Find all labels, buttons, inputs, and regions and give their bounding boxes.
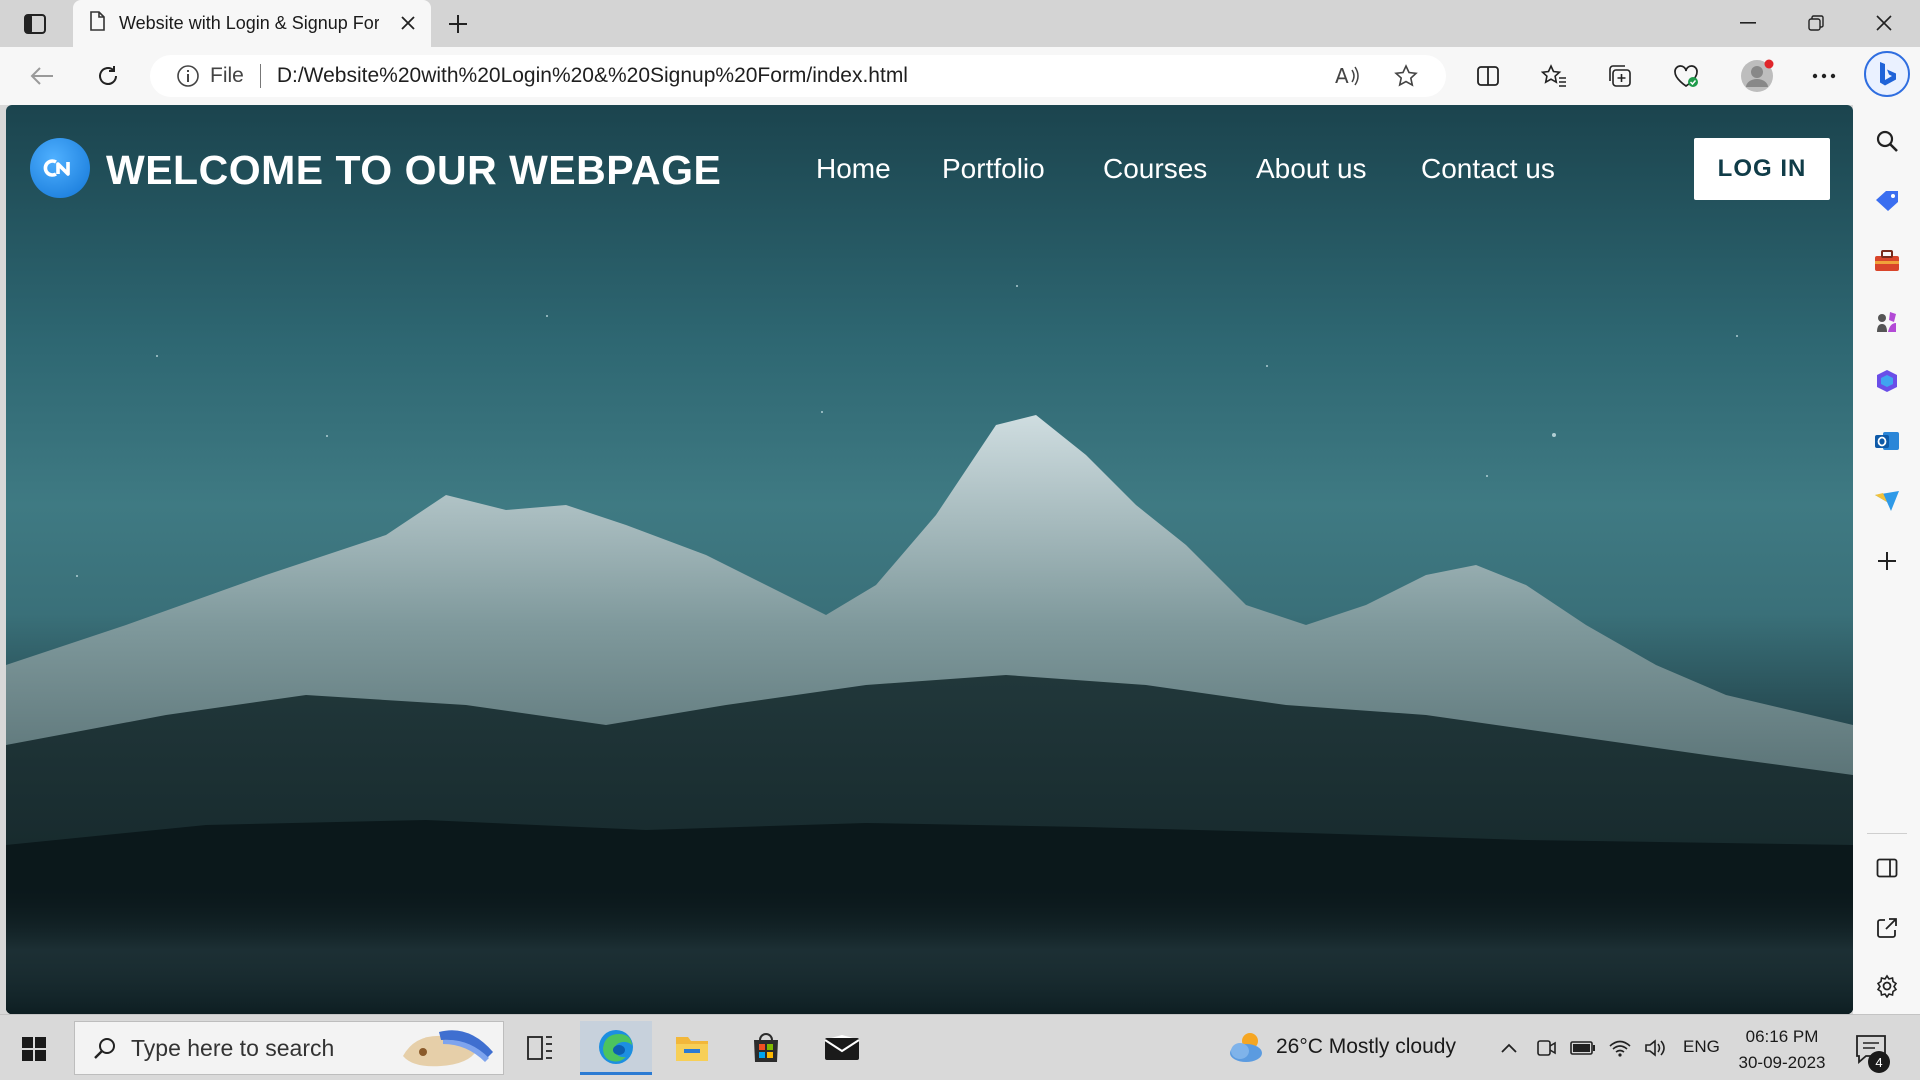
microsoft-store-icon[interactable] [730,1021,802,1075]
star [546,315,548,317]
star [76,575,78,577]
login-button[interactable]: LOG IN [1694,138,1830,200]
info-icon[interactable] [176,64,200,88]
battery-icon[interactable] [1570,1035,1596,1061]
search-placeholder: Type here to search [131,1034,335,1061]
profile-avatar[interactable] [1736,55,1778,97]
url-text[interactable]: D:/Website%20with%20Login%20&%20Signup%2… [277,64,908,88]
language-indicator[interactable]: ENG [1683,1037,1720,1057]
svg-text:A: A [1335,65,1349,87]
star [1016,285,1018,287]
more-options-icon[interactable] [1806,59,1842,93]
search-highlight-illustration [403,1030,493,1067]
refresh-icon[interactable] [90,59,126,93]
page-file-icon [89,11,105,36]
page-viewport: WELCOME TO OUR WEBPAGE Home Portfolio Co… [6,105,1853,1014]
toolbox-icon[interactable] [1869,243,1905,279]
search-icon[interactable] [1869,123,1905,159]
windows-start-icon[interactable] [14,1029,54,1069]
open-external-icon[interactable] [1869,910,1905,946]
browser-tab-bar: Website with Login & Signup For [0,0,1920,47]
file-explorer-icon[interactable] [656,1021,728,1075]
nav-courses[interactable]: Courses [1103,153,1207,185]
nav-contact-us[interactable]: Contact us [1421,153,1555,185]
bing-copilot-icon[interactable] [1864,51,1910,97]
weather-cloudy-icon [1230,1033,1262,1062]
nav-home[interactable]: Home [816,153,891,185]
url-scheme-label: File [210,64,244,87]
browser-tab[interactable]: Website with Login & Signup For [73,0,431,47]
volume-icon[interactable] [1643,1035,1669,1061]
star [821,411,823,413]
site-title: WELCOME TO OUR WEBPAGE [106,147,722,193]
clock-date: 30-09-2023 [1738,1053,1826,1072]
split-screen-icon[interactable] [1470,59,1506,93]
search-icon [93,1036,117,1060]
back-arrow-icon[interactable] [24,59,60,93]
outlook-icon[interactable] [1869,423,1905,459]
star [326,435,328,437]
meet-now-icon[interactable] [1533,1035,1559,1061]
star [1486,475,1488,477]
clock-time: 06:16 PM [1745,1027,1819,1046]
address-bar[interactable]: File D:/Website%20with%20Login%20&%20Sig… [150,55,1446,97]
tag-icon[interactable] [1869,183,1905,219]
browser-toolbar: File D:/Website%20with%20Login%20&%20Sig… [0,47,1920,105]
favorite-star-icon[interactable] [1390,61,1422,91]
sidebar-divider [1867,833,1907,834]
star [1552,433,1556,437]
star [1736,335,1738,337]
star [156,355,158,357]
url-separator [259,64,261,88]
mountain-background [6,415,1853,1014]
edge-sidebar [1853,47,1920,1014]
close-window-icon[interactable] [1862,8,1906,38]
restore-icon[interactable] [1794,8,1838,38]
mail-icon[interactable] [806,1021,878,1075]
send-icon[interactable] [1869,483,1905,519]
site-logo-icon[interactable] [30,138,90,198]
read-aloud-icon[interactable]: A [1332,61,1364,91]
office-icon[interactable] [1869,363,1905,399]
star [1266,365,1268,367]
taskbar-search[interactable]: Type here to search [74,1021,504,1075]
settings-icon[interactable] [1869,968,1905,1004]
tab-close-icon[interactable] [397,12,419,34]
add-icon[interactable] [1869,543,1905,579]
browser-essentials-icon[interactable] [1668,59,1704,93]
task-view-icon[interactable] [504,1021,576,1075]
tab-title: Website with Login & Signup For [119,13,379,33]
clock[interactable]: 06:16 PM 30-09-2023 [1734,1024,1830,1076]
new-tab-icon[interactable] [444,10,472,38]
collections-icon[interactable] [1602,59,1638,93]
chevron-up-icon[interactable] [1496,1035,1522,1061]
wifi-icon[interactable] [1607,1035,1633,1061]
favorites-icon[interactable] [1536,59,1572,93]
games-icon[interactable] [1869,303,1905,339]
weather-text[interactable]: 26°C Mostly cloudy [1276,1035,1456,1059]
minimize-icon[interactable] [1726,8,1770,38]
edge-browser-icon[interactable] [580,1021,652,1075]
split-pane-icon[interactable] [1869,850,1905,886]
windows-taskbar: Type here to search 26°C Mostly cloudy E… [0,1014,1920,1080]
nav-portfolio[interactable]: Portfolio [942,153,1045,185]
tab-actions-icon[interactable] [18,11,52,37]
nav-about-us[interactable]: About us [1256,153,1367,185]
notification-count-badge: 4 [1868,1051,1890,1073]
